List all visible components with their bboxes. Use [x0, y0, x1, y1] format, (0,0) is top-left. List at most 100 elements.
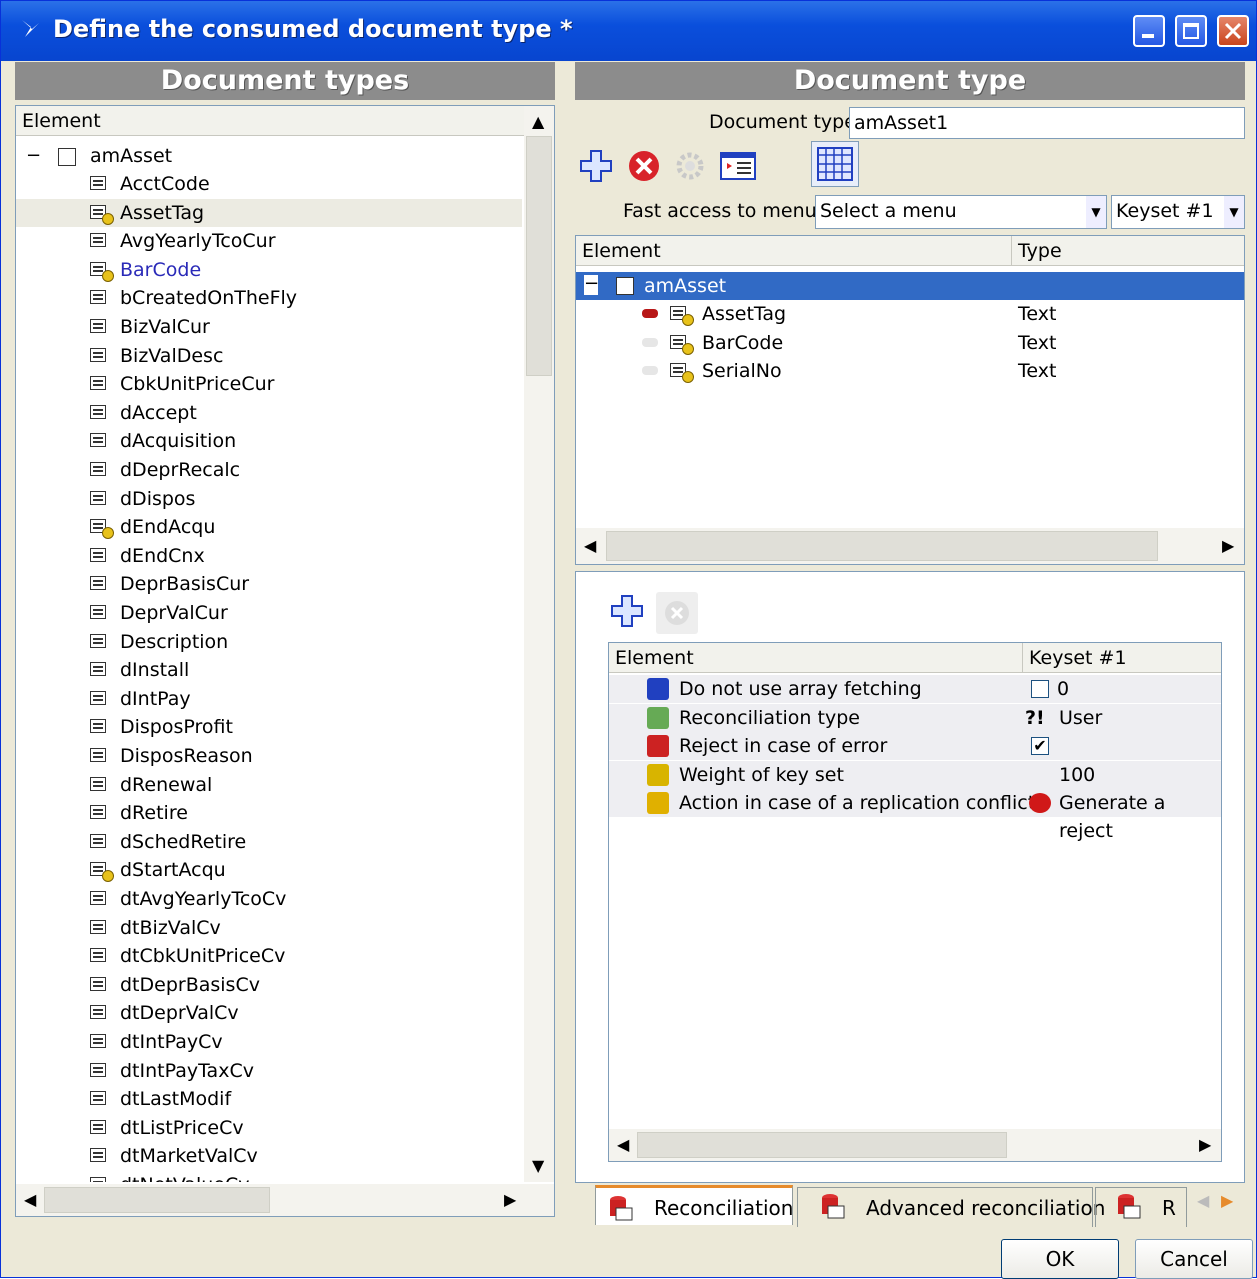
tree-item[interactable]: dAcquisition [16, 427, 522, 455]
column-header-element[interactable]: Element [576, 236, 1012, 266]
tree-item[interactable]: dtListPriceCv [16, 1114, 522, 1142]
tree-item[interactable]: dStartAcqu [16, 856, 522, 884]
maximize-button[interactable] [1175, 15, 1207, 47]
property-row[interactable]: Do not use array fetching 0 [609, 675, 1221, 703]
tree-item[interactable]: dtDeprValCv [16, 999, 522, 1027]
tree-row[interactable]: AssetTag Text [576, 300, 1244, 328]
tree-root-row[interactable]: − amAsset [16, 142, 522, 170]
tree-item[interactable]: dEndAcqu [16, 513, 522, 541]
close-button[interactable] [1217, 15, 1249, 47]
tree-item[interactable]: dEndCnx [16, 542, 522, 570]
tree-row[interactable]: SerialNo Text [576, 357, 1244, 385]
tree-item[interactable]: Description [16, 628, 522, 656]
cancel-button[interactable]: Cancel [1135, 1239, 1253, 1279]
vertical-scrollbar[interactable]: ▲ ▼ [524, 106, 554, 1182]
checkbox[interactable] [1031, 680, 1049, 698]
tree-item[interactable]: dRetire [16, 799, 522, 827]
scroll-right-icon[interactable]: ▶ [504, 1192, 516, 1208]
column-header-element[interactable]: Element [609, 643, 1023, 673]
tree-item[interactable]: dDeprRecalc [16, 456, 522, 484]
tree-item[interactable]: dDispos [16, 485, 522, 513]
tab-advanced-reconciliation[interactable]: Advanced reconciliation [797, 1187, 1105, 1227]
tree-item[interactable]: bCreatedOnTheFly [16, 284, 522, 312]
title-bar[interactable]: Define the consumed document type * [1, 1, 1256, 61]
property-row[interactable]: Reconciliation type?! User [609, 703, 1221, 732]
document-types-tree[interactable]: Element − amAsset AcctCode AssetTag AvgYea… [15, 105, 555, 1217]
delete-button[interactable] [623, 145, 665, 187]
scroll-thumb-h[interactable] [44, 1187, 270, 1213]
tree-item[interactable]: BizValCur [16, 313, 522, 341]
tree-item[interactable]: DisposProfit [16, 713, 522, 741]
document-type-input[interactable]: amAsset1 [849, 107, 1245, 139]
scroll-left-icon[interactable]: ◀ [584, 538, 596, 554]
grid-view-button[interactable] [811, 141, 859, 187]
chevron-down-icon[interactable]: ▼ [1224, 196, 1244, 228]
tree-item[interactable]: dtIntPayTaxCv [16, 1057, 522, 1085]
add-property-button[interactable] [606, 590, 648, 632]
document-type-label: Document type: [709, 111, 863, 133]
column-header-element[interactable]: Element [16, 106, 524, 136]
tree-item[interactable]: AvgYearlyTcoCur [16, 227, 522, 255]
tree-item[interactable]: dtMarketValCv [16, 1142, 522, 1170]
column-header-type[interactable]: Type [1012, 236, 1244, 266]
tree-item[interactable]: AcctCode [16, 170, 522, 198]
add-button[interactable] [575, 145, 617, 187]
tree-item[interactable]: CbkUnitPriceCur [16, 370, 522, 398]
tree-item[interactable]: DisposReason [16, 742, 522, 770]
tree-item[interactable]: dtAvgYearlyTcoCv [16, 885, 522, 913]
tree-item[interactable]: AssetTag [16, 198, 522, 227]
delete-property-button[interactable] [656, 592, 698, 634]
checkbox[interactable]: ✔ [1031, 737, 1049, 756]
tree-item[interactable]: dtNetValueCv [16, 1171, 522, 1182]
properties-table[interactable]: Element Keyset #1 Do not use array fetch… [608, 642, 1222, 1162]
tree-item[interactable]: dSchedRetire [16, 828, 522, 856]
tab-scroll-left-icon[interactable]: ◀ [1197, 1191, 1209, 1210]
chevron-down-icon[interactable]: ▼ [1086, 196, 1106, 228]
document-type-tree[interactable]: Element Type − amAsset AssetTag Text BarCo… [575, 235, 1245, 565]
tree-item[interactable]: dRenewal [16, 771, 522, 799]
horizontal-scrollbar[interactable]: ◀ ▶ [576, 528, 1244, 564]
scroll-right-icon[interactable]: ▶ [1222, 538, 1234, 554]
tree-item[interactable]: dIntPay [16, 685, 522, 713]
tree-row[interactable]: BarCode Text [576, 329, 1244, 357]
property-row[interactable]: Action in case of a replication conflict… [609, 789, 1221, 842]
tab-scroll-right-icon[interactable]: ▶ [1221, 1191, 1233, 1210]
tab-r[interactable]: R [1095, 1187, 1187, 1227]
add-icon [611, 595, 643, 627]
property-row[interactable]: Reject in case of error ✔ [609, 732, 1221, 761]
scroll-thumb[interactable] [526, 136, 552, 376]
tree-item[interactable]: DeprValCur [16, 599, 522, 627]
disabled-tool-button[interactable] [669, 145, 711, 187]
tab-reconciliation[interactable]: Reconciliation [595, 1185, 793, 1225]
scroll-up-icon[interactable]: ▲ [532, 114, 544, 130]
tree-item[interactable]: dtLastModif [16, 1085, 522, 1113]
keyset-select[interactable]: Keyset #1 ▼ [1111, 195, 1245, 229]
property-row[interactable]: Weight of key set 100 [609, 760, 1221, 789]
menu-select[interactable]: Select a menu ▼ [815, 195, 1107, 229]
scroll-down-icon[interactable]: ▼ [532, 1158, 544, 1174]
tree-item[interactable]: dtDeprBasisCv [16, 971, 522, 999]
column-header-keyset[interactable]: Keyset #1 [1023, 643, 1221, 673]
scroll-thumb-h[interactable] [606, 531, 1158, 561]
tree-item[interactable]: dtBizValCv [16, 914, 522, 942]
minimize-button[interactable] [1133, 15, 1165, 47]
tree-item[interactable]: DeprBasisCur [16, 570, 522, 598]
list-view-button[interactable] [717, 145, 759, 187]
tree-root-row-selected[interactable]: − amAsset [576, 272, 1244, 300]
tree-item[interactable]: BarCode [16, 256, 522, 284]
collapse-icon[interactable]: − [26, 142, 41, 170]
scroll-left-icon[interactable]: ◀ [24, 1192, 36, 1208]
ok-button[interactable]: OK [1001, 1239, 1119, 1279]
tree-item[interactable]: dAccept [16, 399, 522, 427]
tree-item[interactable]: dInstall [16, 656, 522, 684]
collapse-icon[interactable]: − [584, 275, 599, 295]
key-icon [682, 314, 694, 326]
tree-item[interactable]: dtIntPayCv [16, 1028, 522, 1056]
scroll-thumb-h[interactable] [637, 1132, 1007, 1158]
tree-item[interactable]: dtCbkUnitPriceCv [16, 942, 522, 970]
scroll-right-icon[interactable]: ▶ [1199, 1137, 1211, 1153]
horizontal-scrollbar[interactable]: ◀ ▶ [16, 1184, 554, 1216]
horizontal-scrollbar[interactable]: ◀ ▶ [609, 1129, 1221, 1161]
tree-item[interactable]: BizValDesc [16, 342, 522, 370]
scroll-left-icon[interactable]: ◀ [617, 1137, 629, 1153]
